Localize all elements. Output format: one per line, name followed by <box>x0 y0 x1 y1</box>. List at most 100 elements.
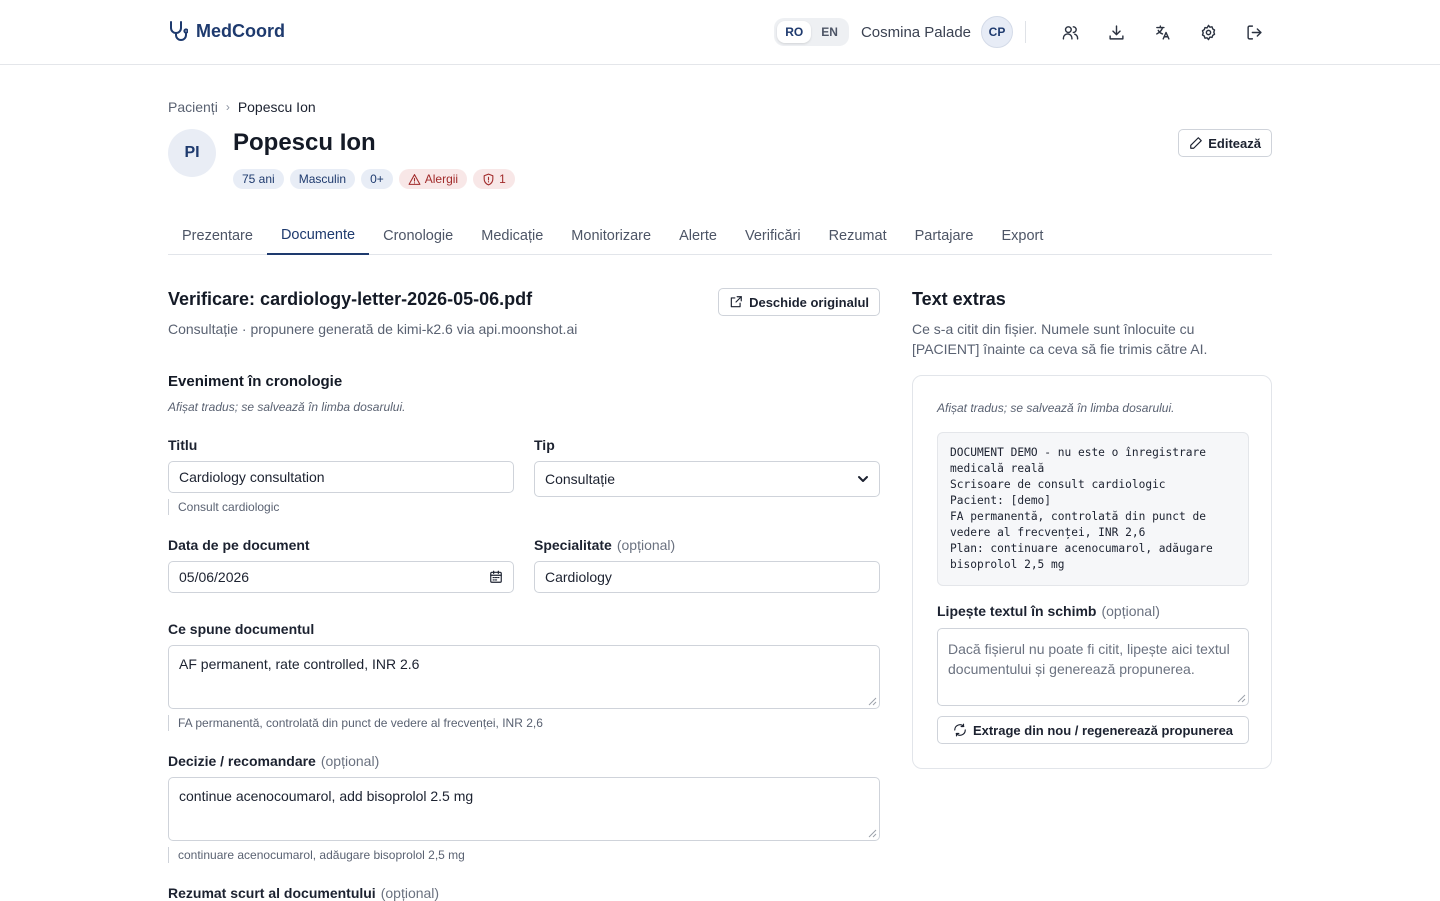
allergies-badge[interactable]: Alergii <box>398 169 468 189</box>
says-label: Ce spune documentul <box>168 621 315 637</box>
download-button[interactable] <box>1098 16 1134 48</box>
translate-icon <box>1155 24 1170 40</box>
pencil-icon <box>1190 137 1203 149</box>
date-label: Data de pe document <box>168 537 310 553</box>
regenerate-label: Extrage din nou / regenerează propunerea <box>972 722 1234 738</box>
type-label: Tip <box>534 437 555 453</box>
summary-label-text: Rezumat scurt al documentului <box>168 885 376 901</box>
top-bar: MedCoord RO EN Cosmina Palade CP <box>0 0 1440 65</box>
paste-label-text: Lipește textul în schimb <box>937 603 1097 619</box>
paste-placeholder: Dacă fișierul nu poate fi citit, lipește… <box>948 641 1230 677</box>
specialty-label-text: Specialitate <box>534 537 612 553</box>
date-value: 05/06/2026 <box>179 569 250 585</box>
date-input[interactable]: 05/06/2026 <box>168 561 514 593</box>
tab-cronologie[interactable]: Cronologie <box>369 217 467 255</box>
tab-verificari[interactable]: Verificări <box>731 217 815 255</box>
patient-tabs: Prezentare Documente Cronologie Medicați… <box>168 217 1272 255</box>
patient-name: Popescu Ion <box>233 129 376 156</box>
translate-button[interactable] <box>1144 16 1180 48</box>
tab-partajare[interactable]: Partajare <box>901 217 988 255</box>
chevron-down-icon <box>858 476 868 482</box>
title-input[interactable]: Cardiology consultation <box>168 461 514 493</box>
alerts-badge[interactable]: 1 <box>473 169 515 189</box>
patient-badges: 75 ani Masculin 0+ Alergii 1 <box>233 169 515 189</box>
patient-avatar: PI <box>168 129 216 177</box>
extracted-description: Ce s-a citit din fișier. Numele sunt înl… <box>912 321 1208 357</box>
settings-button[interactable] <box>1190 16 1226 48</box>
decision-translation: continuare acenocumarol, adăugare bisopr… <box>168 847 465 863</box>
regenerate-button[interactable]: Extrage din nou / regenerează propunerea <box>937 716 1249 744</box>
paste-label: Lipește textul în schimb (opțional) <box>937 603 1160 619</box>
chevron-right-icon: › <box>225 100 230 114</box>
extracted-title: Text extras <box>912 289 1006 309</box>
translation-hint: Afișat tradus; se salvează în limba dosa… <box>168 400 406 414</box>
tab-alerte[interactable]: Alerte <box>665 217 731 255</box>
paste-textarea[interactable]: Dacă fișierul nu poate fi citit, lipește… <box>937 628 1249 706</box>
edit-label: Editează <box>1208 135 1261 151</box>
alerts-count: 1 <box>499 172 506 186</box>
tab-documente[interactable]: Documente <box>266 217 370 255</box>
specialty-optional: (opțional) <box>616 537 676 553</box>
sex-badge: Masculin <box>289 169 356 189</box>
extracted-card: Afișat tradus; se salvează în limba dosa… <box>912 375 1272 769</box>
extracted-text: DOCUMENT DEMO - nu este o înregistrare m… <box>937 432 1249 586</box>
decision-value: continue acenocoumarol, add bisoprolol 2… <box>179 788 474 804</box>
logout-button[interactable] <box>1236 16 1272 48</box>
user-name: Cosmina Palade <box>860 23 971 41</box>
breadcrumb: Pacienți › Popescu Ion <box>168 99 316 115</box>
edit-patient-button[interactable]: Editează <box>1178 129 1272 157</box>
paste-optional: (opțional) <box>1101 603 1160 619</box>
specialty-label: Specialitate (opțional) <box>534 537 675 553</box>
breadcrumb-patients[interactable]: Pacienți <box>168 99 218 115</box>
logout-icon <box>1246 24 1262 40</box>
open-original-button[interactable]: Deschide originalul <box>718 288 880 316</box>
says-value: AF permanent, rate controlled, INR 2.6 <box>179 656 420 672</box>
decision-label-text: Decizie / recomandare <box>168 753 316 769</box>
language-switch: RO EN <box>774 18 849 46</box>
review-subtitle: Consultație · propunere generată de kimi… <box>168 321 578 337</box>
brand-name: MedCoord <box>196 20 285 41</box>
type-select[interactable]: Consultație <box>534 461 880 497</box>
decision-optional: (opțional) <box>320 753 380 769</box>
allergies-label: Alergii <box>424 172 459 186</box>
tab-medicatie[interactable]: Medicație <box>467 217 557 255</box>
brand-logo[interactable]: MedCoord <box>168 20 285 42</box>
tab-export[interactable]: Export <box>987 217 1057 255</box>
header-divider <box>1025 21 1026 43</box>
review-title: Verificare: cardiology-letter-2026-05-06… <box>168 289 533 309</box>
user-avatar[interactable]: CP <box>981 16 1013 48</box>
type-value: Consultație <box>545 471 616 487</box>
stethoscope-icon <box>170 21 188 41</box>
warning-icon <box>408 173 421 185</box>
users-icon <box>1062 25 1078 40</box>
resize-grip-icon[interactable] <box>1237 694 1246 703</box>
external-link-icon <box>730 296 742 308</box>
tab-prezentare[interactable]: Prezentare <box>168 217 267 255</box>
says-translation: FA permanentă, controlată din punct de v… <box>168 715 543 731</box>
resize-grip-icon[interactable] <box>868 829 877 838</box>
tab-monitorizare[interactable]: Monitorizare <box>557 217 665 255</box>
age-badge: 75 ani <box>233 169 284 189</box>
tab-rezumat[interactable]: Rezumat <box>815 217 901 255</box>
summary-optional: (opțional) <box>380 885 440 901</box>
says-textarea[interactable]: AF permanent, rate controlled, INR 2.6 <box>168 645 880 709</box>
decision-label: Decizie / recomandare (opțional) <box>168 753 379 769</box>
shield-alert-icon <box>483 173 494 185</box>
download-icon <box>1108 24 1124 40</box>
title-translation: Consult cardiologic <box>168 499 279 515</box>
users-button[interactable] <box>1052 16 1088 48</box>
blood-type-badge: 0+ <box>361 169 393 189</box>
refresh-icon <box>954 723 966 737</box>
summary-label: Rezumat scurt al documentului (opțional) <box>168 885 439 901</box>
decision-textarea[interactable]: continue acenocoumarol, add bisoprolol 2… <box>168 777 880 841</box>
header-actions: RO EN Cosmina Palade CP <box>774 16 1272 48</box>
language-ro[interactable]: RO <box>777 21 812 43</box>
specialty-input[interactable]: Cardiology <box>534 561 880 593</box>
resize-grip-icon[interactable] <box>868 697 877 706</box>
language-en[interactable]: EN <box>813 21 846 43</box>
title-value: Cardiology consultation <box>179 469 325 485</box>
breadcrumb-current: Popescu Ion <box>237 99 316 115</box>
open-original-label: Deschide originalul <box>749 294 869 310</box>
calendar-icon[interactable] <box>489 570 503 584</box>
extracted-hint: Afișat tradus; se salvează în limba dosa… <box>937 401 1175 415</box>
